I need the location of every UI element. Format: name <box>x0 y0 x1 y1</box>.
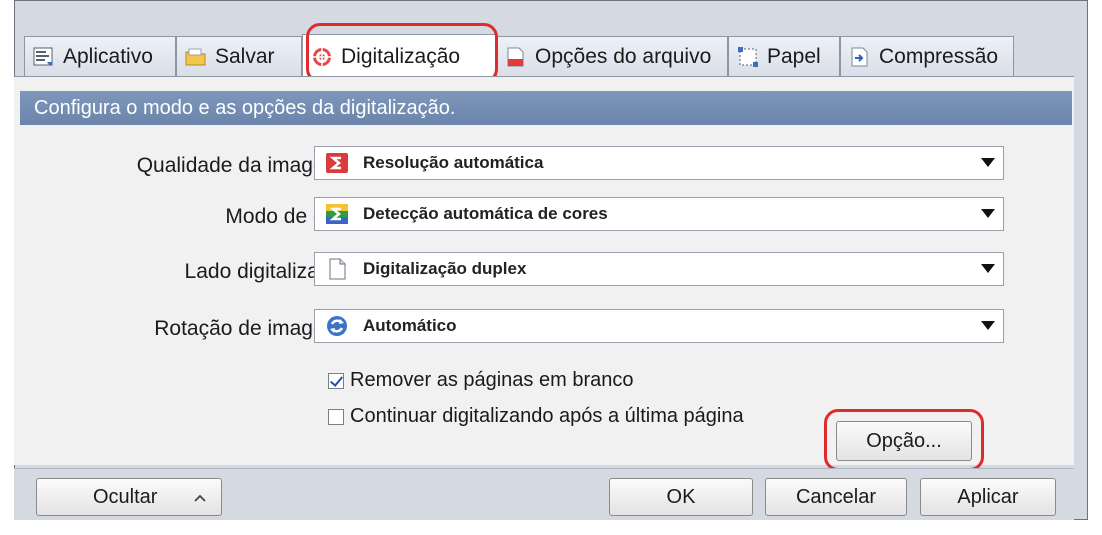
tab-highlight <box>306 23 498 83</box>
tab-aplicativo[interactable]: Aplicativo <box>24 36 176 76</box>
folder-icon <box>185 48 206 65</box>
color-mode-icon <box>326 204 348 224</box>
image-rotation-select[interactable]: Automático <box>314 309 1004 343</box>
tab-label: Compressão <box>879 44 999 68</box>
chevron-up-icon <box>194 494 206 502</box>
application-icon <box>33 47 53 66</box>
hide-button[interactable]: Ocultar <box>36 478 222 516</box>
image-quality-value: Resolução automática <box>363 153 544 172</box>
hide-button-label: Ocultar <box>93 485 158 508</box>
scan-side-select[interactable]: Digitalização duplex <box>314 252 1004 286</box>
chevron-down-icon <box>981 209 995 218</box>
option-button-highlight <box>824 409 984 471</box>
tab-salvar[interactable]: Salvar <box>176 36 302 76</box>
checkbox-label: Remover as páginas em branco <box>350 369 634 391</box>
tab-papel[interactable]: Papel <box>728 36 840 76</box>
rotate-icon <box>327 316 347 336</box>
tab-label: Aplicativo <box>63 44 153 68</box>
file-options-icon <box>507 47 524 66</box>
apply-button[interactable]: Aplicar <box>920 478 1056 516</box>
remove-blank-pages-checkbox[interactable]: Remover as páginas em branco <box>328 369 633 392</box>
continue-scanning-checkbox[interactable]: Continuar digitalizando após a última pá… <box>328 405 744 428</box>
tab-label: Opções do arquivo <box>535 44 712 68</box>
scan-side-value: Digitalização duplex <box>363 259 527 278</box>
tab-opcoes-do-arquivo[interactable]: Opções do arquivo <box>496 36 728 76</box>
ok-button[interactable]: OK <box>609 478 753 516</box>
document-icon <box>329 258 346 280</box>
tab-label: Salvar <box>215 44 275 68</box>
resolution-icon <box>326 153 348 173</box>
compression-icon <box>851 47 868 66</box>
checkbox-label: Continuar digitalizando após a última pá… <box>350 405 744 427</box>
checkbox-unchecked[interactable] <box>328 408 344 425</box>
image-rotation-value: Automático <box>363 316 457 335</box>
color-mode-value: Detecção automática de cores <box>363 204 608 223</box>
image-quality-select[interactable]: Resolução automática <box>314 146 1004 180</box>
tab-strip: Aplicativo Salvar Digitalização Opções d… <box>24 34 1034 78</box>
chevron-down-icon <box>981 321 995 330</box>
tab-compressao[interactable]: Compressão <box>840 36 1014 76</box>
cancel-button[interactable]: Cancelar <box>765 478 907 516</box>
paper-icon <box>738 46 758 67</box>
chevron-down-icon <box>981 264 995 273</box>
tab-label: Papel <box>767 44 821 68</box>
chevron-down-icon <box>981 158 995 167</box>
checkbox-checked[interactable] <box>328 372 344 389</box>
color-mode-select[interactable]: Detecção automática de cores <box>314 197 1004 231</box>
panel-description: Configura o modo e as opções da digitali… <box>20 91 1072 125</box>
